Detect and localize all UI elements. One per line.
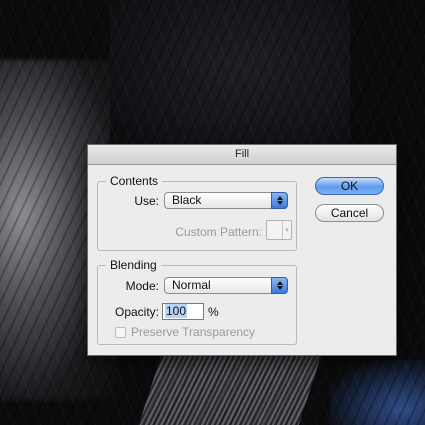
opacity-label: Opacity: bbox=[114, 305, 159, 319]
use-label: Use: bbox=[134, 194, 159, 208]
cancel-button[interactable]: Cancel bbox=[315, 204, 384, 222]
fill-dialog: Fill Contents Use: Black Custom Pattern:… bbox=[87, 144, 397, 356]
opacity-input[interactable]: 100 bbox=[162, 303, 204, 320]
mode-select-value: Normal bbox=[172, 278, 211, 292]
contents-legend: Contents bbox=[106, 174, 163, 188]
mode-select[interactable]: Normal bbox=[164, 277, 288, 294]
use-select[interactable]: Black bbox=[164, 192, 288, 209]
custom-pattern-label: Custom Pattern: bbox=[175, 225, 262, 239]
preserve-transparency-checkbox[interactable] bbox=[115, 327, 126, 338]
dialog-title[interactable]: Fill bbox=[88, 145, 396, 165]
pattern-menu-icon: ▾ bbox=[282, 221, 291, 239]
use-select-value: Black bbox=[172, 193, 202, 207]
custom-pattern-picker[interactable]: ▾ bbox=[266, 220, 292, 240]
select-arrows-icon bbox=[271, 277, 288, 294]
contents-group: Contents Use: Black Custom Pattern: ▾ bbox=[97, 174, 297, 251]
opacity-value: 100 bbox=[165, 304, 188, 318]
opacity-unit: % bbox=[208, 305, 219, 319]
select-arrows-icon bbox=[271, 192, 288, 209]
blending-legend: Blending bbox=[106, 258, 161, 272]
mode-label: Mode: bbox=[125, 279, 159, 293]
blending-group: Blending Mode: Normal Opacity: 100 % Pre… bbox=[97, 258, 297, 345]
ok-button[interactable]: OK bbox=[315, 177, 384, 195]
preserve-transparency-label: Preserve Transparency bbox=[131, 325, 256, 339]
